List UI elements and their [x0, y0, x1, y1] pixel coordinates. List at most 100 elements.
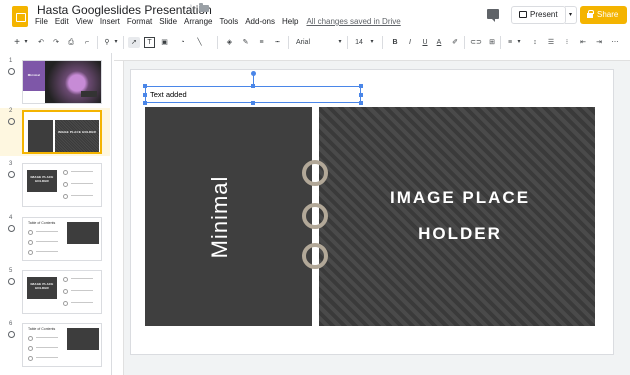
image-placeholder-panel[interactable]: [319, 107, 595, 326]
line-icon[interactable]: ╲: [194, 37, 205, 48]
text-color-icon[interactable]: A: [434, 37, 444, 48]
slide-thumbnail-2[interactable]: 2 IMAGE PLACE HOLDER: [0, 108, 110, 156]
zoom-icon[interactable]: ⚲: [102, 37, 112, 48]
numbered-list-icon[interactable]: ☰: [546, 37, 556, 48]
resize-handle-right[interactable]: [359, 93, 363, 97]
placeholder-title-line2[interactable]: HOLDER: [418, 224, 502, 244]
shape-icon[interactable]: ◔: [177, 37, 188, 48]
resize-handle-left[interactable]: [143, 93, 147, 97]
slide-thumbnail-6[interactable]: 6 Table of Contents: [0, 321, 110, 369]
folder-icon[interactable]: [199, 3, 209, 12]
select-cursor-icon[interactable]: ➚: [128, 37, 140, 48]
present-button[interactable]: Present: [511, 6, 566, 24]
thumb-bullet: [28, 346, 33, 351]
bulleted-list-icon[interactable]: ⁝: [562, 37, 572, 48]
menu-slide[interactable]: Slide: [159, 17, 177, 26]
resize-handle-top[interactable]: [251, 84, 255, 88]
thumb-line: [71, 290, 93, 291]
thumb-bullet: [28, 240, 33, 245]
new-slide-icon[interactable]: +: [12, 37, 22, 48]
text-box-content[interactable]: Text added: [150, 90, 187, 99]
comment-history-icon[interactable]: [487, 9, 499, 22]
print-icon[interactable]: ⎙: [66, 37, 76, 48]
highlight-color-icon[interactable]: ✐: [450, 37, 460, 48]
image-icon[interactable]: ▣: [159, 37, 170, 48]
text-box-icon[interactable]: T: [144, 37, 155, 48]
slide-number: 6: [9, 321, 13, 327]
insert-link-icon[interactable]: ⊂⊃: [470, 37, 482, 48]
border-dash-icon[interactable]: ┅: [272, 37, 283, 48]
bold-button[interactable]: B: [390, 37, 400, 48]
star-icon[interactable]: ☆: [186, 2, 196, 15]
thumb-photo: [45, 61, 101, 103]
align-icon[interactable]: ≡: [505, 37, 515, 48]
thumb-panel: [67, 222, 99, 244]
slide-filmstrip: 1 Minimal 2 IMAGE PLACE HOLDER 3 IMAGE P…: [0, 53, 112, 375]
font-family-select[interactable]: Arial: [296, 37, 336, 48]
menu-format[interactable]: Format: [127, 17, 152, 26]
italic-button[interactable]: I: [405, 37, 415, 48]
slides-logo-icon[interactable]: [12, 6, 28, 27]
more-options-icon[interactable]: ⋯: [610, 37, 620, 48]
menu-view[interactable]: View: [76, 17, 93, 26]
border-color-icon[interactable]: ✎: [240, 37, 251, 48]
thumb-bullet: [63, 194, 68, 199]
minimal-title[interactable]: Minimal: [207, 176, 233, 259]
thumb-line: [36, 347, 58, 348]
undo-icon[interactable]: ↶: [36, 37, 46, 48]
line-spacing-icon[interactable]: ↕: [530, 37, 540, 48]
thumb-title: Minimal: [27, 73, 41, 77]
font-size-field[interactable]: 14: [352, 37, 366, 48]
thumb-bullet: [63, 182, 68, 187]
resize-handle-bottom[interactable]: [251, 101, 255, 105]
thumbnail-preview: IMAGE PLACE HOLDER: [22, 110, 102, 154]
slide-number: 3: [9, 161, 13, 167]
toolbar-divider: [97, 36, 98, 49]
font-size-dropdown-icon[interactable]: ▾: [368, 37, 376, 48]
thumb-bullet: [28, 336, 33, 341]
paint-format-icon[interactable]: ⌐: [82, 37, 92, 48]
slide-thumbnail-3[interactable]: 3 IMAGE PLACE HOLDER: [0, 161, 110, 209]
share-label: Share: [597, 10, 619, 19]
toolbar-divider: [123, 36, 124, 49]
thumbnail-preview: Table of Contents: [22, 217, 102, 261]
border-weight-icon[interactable]: ≡: [256, 37, 267, 48]
resize-handle-top-right[interactable]: [359, 84, 363, 88]
present-dropdown-button[interactable]: ▾: [565, 6, 577, 24]
resize-handle-bottom-left[interactable]: [143, 101, 147, 105]
menu-edit[interactable]: Edit: [55, 17, 69, 26]
increase-indent-icon[interactable]: ⇥: [594, 37, 604, 48]
slide-thumbnail-1[interactable]: 1 Minimal: [0, 58, 110, 106]
menu-arrange[interactable]: Arrange: [184, 17, 212, 26]
link-icon: [8, 118, 15, 125]
resize-handle-bottom-right[interactable]: [359, 101, 363, 105]
placeholder-title-line1[interactable]: IMAGE PLACE: [390, 188, 530, 208]
font-dropdown-icon[interactable]: ▾: [336, 37, 344, 48]
menu-addons[interactable]: Add-ons: [245, 17, 275, 26]
thumb-line: [71, 183, 93, 184]
add-comment-icon[interactable]: ⊞: [487, 37, 497, 48]
thumb-panel: [81, 91, 97, 97]
fill-color-icon[interactable]: ◈: [224, 37, 235, 48]
redo-icon[interactable]: ↷: [51, 37, 61, 48]
rotate-handle[interactable]: [251, 71, 256, 76]
underline-button[interactable]: U: [420, 37, 430, 48]
menu-tools[interactable]: Tools: [220, 17, 239, 26]
zoom-dropdown-icon[interactable]: ▾: [112, 37, 120, 48]
thumb-line: [36, 357, 58, 358]
toolbar-divider: [347, 36, 348, 49]
menu-file[interactable]: File: [35, 17, 48, 26]
slide-thumbnail-4[interactable]: 4 Table of Contents: [0, 215, 110, 263]
share-button[interactable]: Share: [580, 6, 627, 24]
menu-insert[interactable]: Insert: [100, 17, 120, 26]
save-status-link[interactable]: All changes saved in Drive: [306, 17, 400, 26]
new-slide-dropdown-icon[interactable]: ▾: [22, 37, 30, 48]
ring-decoration: [302, 243, 328, 269]
decrease-indent-icon[interactable]: ⇤: [578, 37, 588, 48]
vertical-ruler: [114, 61, 124, 375]
menu-help[interactable]: Help: [282, 17, 298, 26]
thumbnail-preview: IMAGE PLACE HOLDER: [22, 163, 102, 207]
align-dropdown-icon[interactable]: ▾: [515, 37, 523, 48]
resize-handle-top-left[interactable]: [143, 84, 147, 88]
slide-thumbnail-5[interactable]: 5 IMAGE PLACE HOLDER: [0, 268, 110, 316]
